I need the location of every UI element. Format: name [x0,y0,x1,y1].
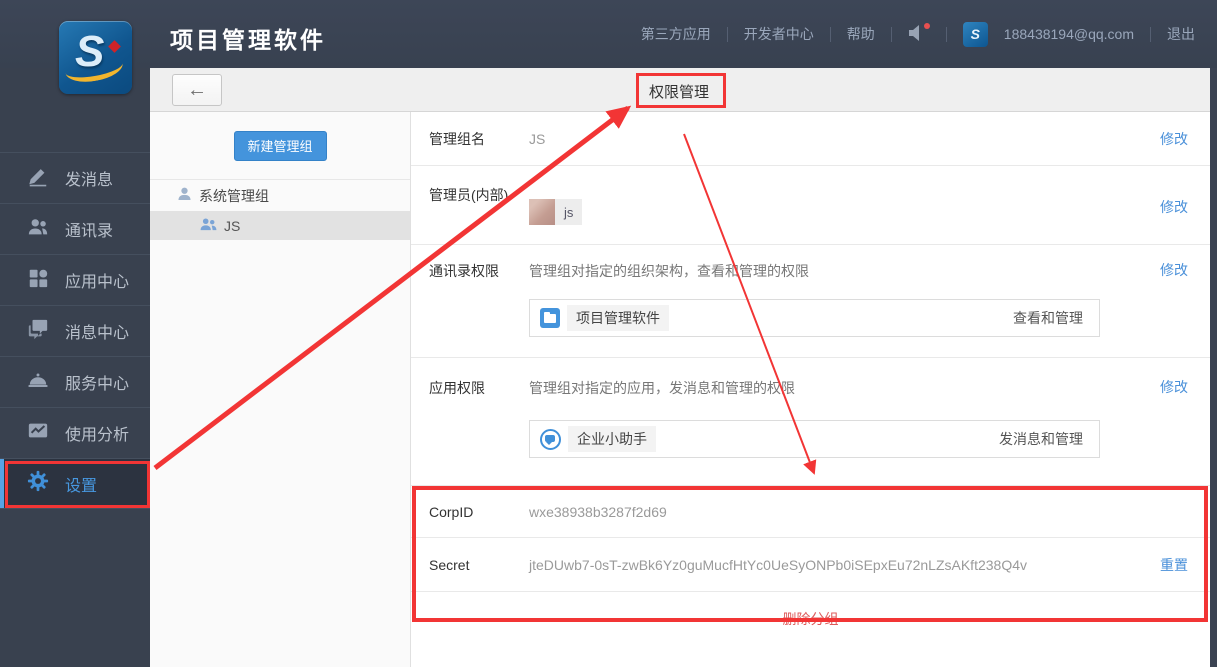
secret-label: Secret [429,556,470,573]
contacts-permission-level: 查看和管理 [1013,310,1083,326]
sidebar: 发消息 通讯录 应用中心 消息中心 服务中心 使用分析 设置 [0,68,150,667]
divider [890,26,892,42]
contacts-permission-item: 项目管理软件 [567,305,669,331]
sidebar-item-send-message[interactable]: 发消息 [0,152,150,203]
sidebar-item-service-center[interactable]: 服务中心 [0,356,150,407]
permission-management-label: 权限管理 [649,84,710,101]
account-avatar: S [962,21,988,47]
contacts-permission-label: 通讯录权限 [429,263,499,279]
edit-group-name-link[interactable]: 修改 [1160,129,1188,149]
group-icon [200,217,217,234]
edit-admins-link[interactable]: 修改 [1160,197,1188,217]
announcement-speaker-icon[interactable] [908,23,930,43]
contacts-icon [27,216,49,243]
reset-secret-link[interactable]: 重置 [1160,555,1188,575]
account-email[interactable]: 188438194@qq.com [1004,26,1134,42]
corp-id-value: wxe38938b3287f2d69 [529,503,667,520]
corp-id-row: CorpID wxe38938b3287f2d69 [411,486,1210,538]
nav-developer-center[interactable]: 开发者中心 [744,24,814,44]
apps-icon [27,267,49,294]
sidebar-item-contacts[interactable]: 通讯录 [0,203,150,254]
sidebar-item-usage-analytics[interactable]: 使用分析 [0,407,150,458]
tree-item-label: 系统管理组 [199,187,269,204]
admin-group-tree-panel: 新建管理组 系统管理组 JS [150,112,411,667]
messages-icon [27,318,49,345]
contacts-permission-box: 项目管理软件 查看和管理 [529,299,1100,337]
sidebar-item-label: 设置 [65,477,98,495]
group-name-row: 管理组名 JS 修改 [411,112,1210,166]
logout-link[interactable]: 退出 [1167,24,1195,44]
page-title: 项目管理软件 [170,27,326,53]
sidebar-item-label: 发消息 [65,172,114,189]
top-header: 项目管理软件 第三方应用 开发者中心 帮助 S 188438194@qq.com… [0,0,1217,68]
contacts-permission-desc: 管理组对指定的组织架构，查看和管理的权限 [529,263,809,279]
delete-group-link[interactable]: 删除分组 [783,611,839,627]
app-permission-box: 企业小助手 发消息和管理 [529,420,1100,458]
app-permission-desc: 管理组对指定的应用，发消息和管理的权限 [529,380,795,396]
tree-item-js-group[interactable]: JS [150,211,410,240]
app-window: 项目管理软件 第三方应用 开发者中心 帮助 S 188438194@qq.com… [0,0,1217,667]
secret-row: Secret jteDUwb7-0sT-zwBk6Yz0guMucfHtYc0U… [411,538,1210,592]
secret-value: jteDUwb7-0sT-zwBk6Yz0guMucfHtYc0UeSyONPb… [529,556,1027,573]
tree-toolbar: 新建管理组 [150,112,410,180]
sidebar-item-message-center[interactable]: 消息中心 [0,305,150,356]
toolbar: ← 权限管理 [150,68,1210,112]
app-permission-label: 应用权限 [429,380,485,396]
new-admin-group-button[interactable]: 新建管理组 [233,130,327,161]
sidebar-item-app-center[interactable]: 应用中心 [0,254,150,305]
app-permission-item: 企业小助手 [568,426,656,452]
app-logo: S [59,21,132,94]
pencil-icon [27,165,49,192]
group-detail-panel: 管理组名 JS 修改 管理员(内部) js 修改 通讯录权限 管理组对指定的组织… [411,112,1210,667]
divider [1150,26,1151,42]
sidebar-item-settings[interactable]: 设置 [0,458,150,509]
sidebar-item-label: 使用分析 [65,427,130,444]
divider [945,26,947,42]
sidebar-item-label: 服务中心 [65,376,130,393]
assistant-app-icon [540,428,561,450]
admin-member-chip[interactable]: js [529,199,583,225]
back-button[interactable]: ← [172,74,222,106]
edit-app-permission-link[interactable]: 修改 [1160,377,1188,397]
logo-diamond [108,40,121,53]
tree-item-system-admin-group[interactable]: 系统管理组 [150,180,410,211]
folder-icon [540,308,560,328]
logo-swoosh [63,50,125,86]
nav-third-party-apps[interactable]: 第三方应用 [641,24,711,44]
sidebar-item-label: 消息中心 [65,325,130,342]
group-name-value: JS [529,130,546,147]
service-icon [27,369,49,396]
admins-label: 管理员(内部) [429,187,509,203]
back-arrow-icon: ← [187,79,207,101]
app-permission-level: 发消息和管理 [999,431,1083,447]
top-navigation: 第三方应用 开发者中心 帮助 S 188438194@qq.com 退出 [641,0,1195,68]
member-avatar [529,199,555,225]
divider [829,26,831,42]
corp-id-label: CorpID [429,503,474,520]
divider [726,26,728,42]
notification-dot [923,23,930,29]
member-name: js [564,204,574,220]
analytics-icon [27,420,49,447]
app-permission-row: 应用权限 管理组对指定的应用，发消息和管理的权限 修改 企业小助手 发消息和管理 [411,358,1210,486]
sidebar-item-label: 通讯录 [65,223,114,240]
nav-help[interactable]: 帮助 [847,24,875,44]
person-icon [178,187,191,204]
admins-row: 管理员(内部) js 修改 [411,166,1210,245]
edit-contacts-permission-link[interactable]: 修改 [1160,260,1188,280]
gear-icon [27,470,49,497]
tree-item-label: JS [224,217,241,234]
contacts-permission-row: 通讯录权限 管理组对指定的组织架构，查看和管理的权限 修改 项目管理软件 查看和… [411,245,1210,358]
group-name-label: 管理组名 [429,130,485,147]
delete-group-row: 删除分组 [411,592,1210,638]
sidebar-item-label: 应用中心 [65,274,130,291]
